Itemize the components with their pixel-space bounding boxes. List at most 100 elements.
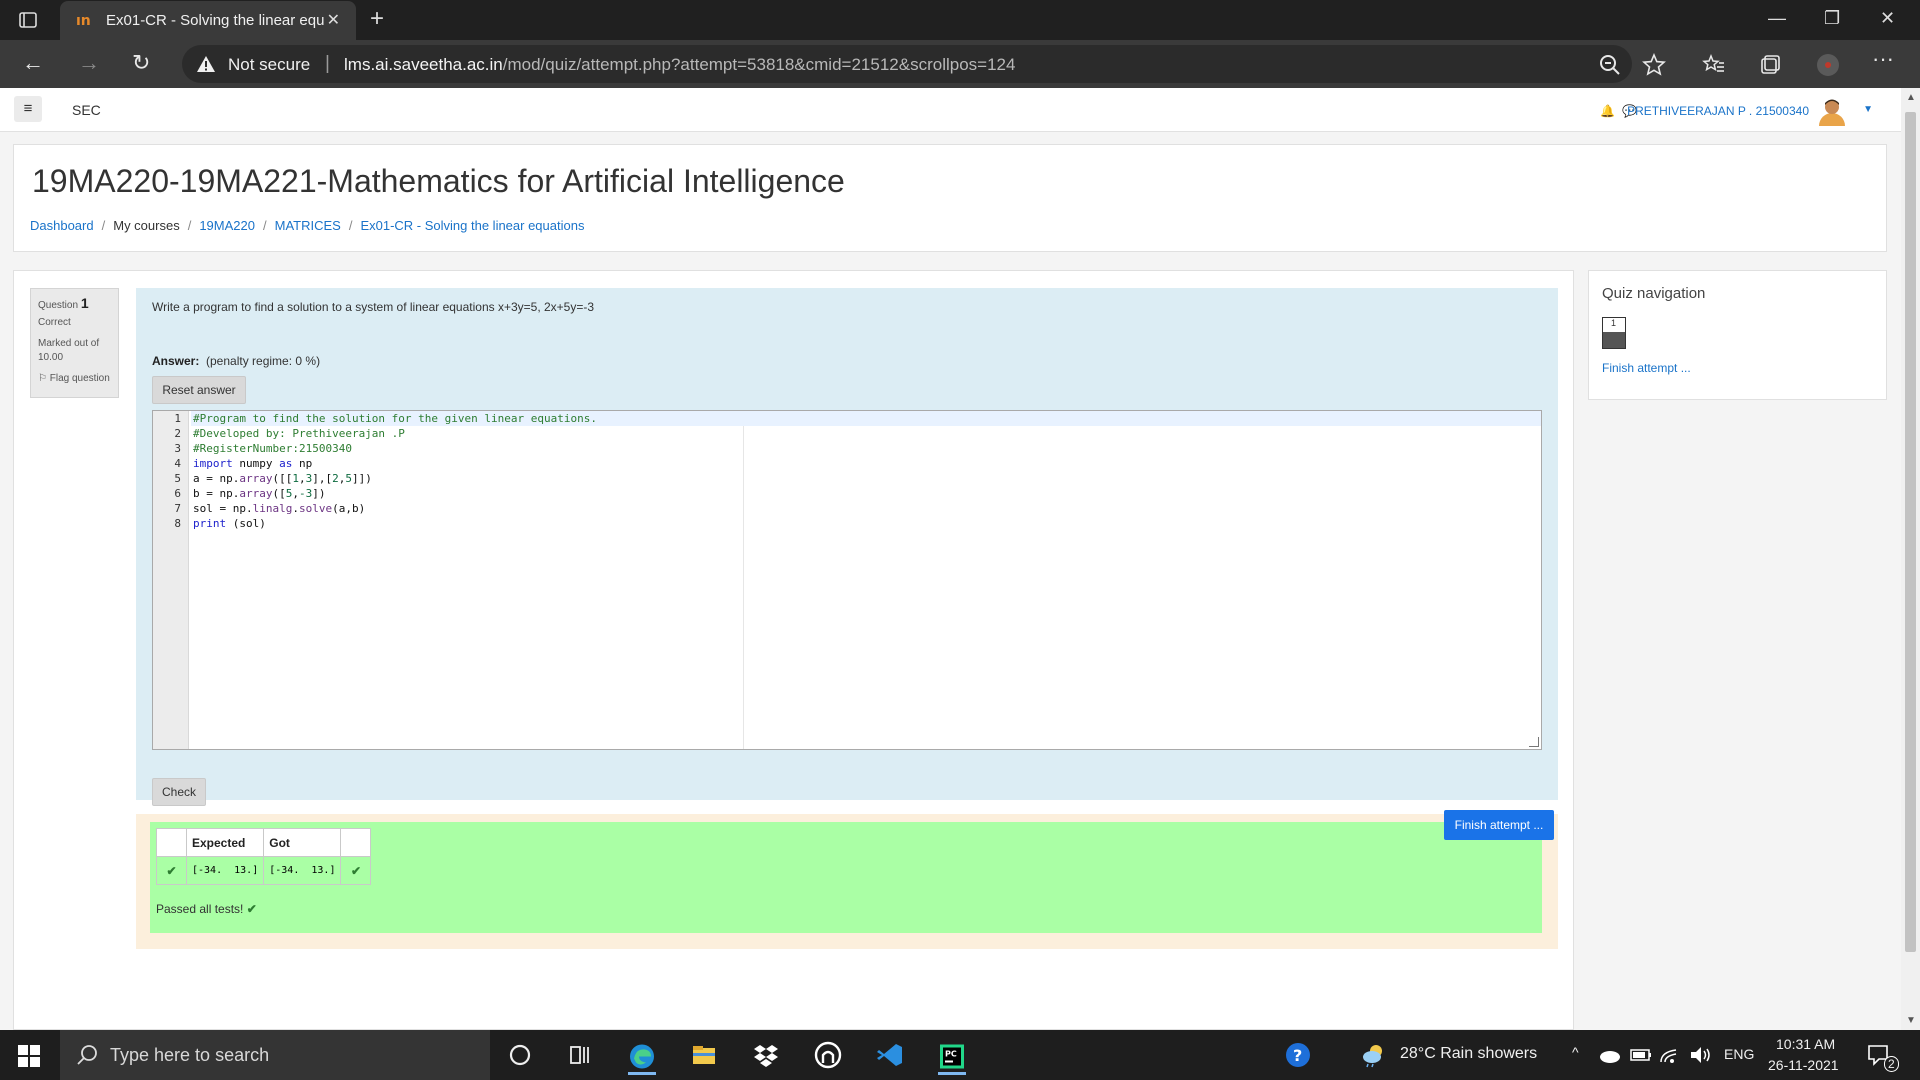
- hamburger-menu-icon[interactable]: ≡: [14, 96, 42, 122]
- address-bar[interactable]: Not secure | lms.ai.saveetha.ac.in/mod/q…: [182, 45, 1632, 83]
- line-number: 1: [174, 412, 181, 425]
- resize-grip-icon[interactable]: [1529, 737, 1539, 747]
- question-marks: Marked out of 10.00: [38, 338, 100, 363]
- dropbox-icon[interactable]: [752, 1041, 780, 1069]
- quiz-navigation-block: Quiz navigation 1 Finish attempt ...: [1588, 270, 1887, 400]
- code-editor[interactable]: 1 2 3 4 5 6 7 8 #Program to find the sol…: [152, 410, 1542, 750]
- user-avatar[interactable]: [1817, 96, 1847, 126]
- user-name[interactable]: PRETHIVEERAJAN P . 21500340: [1627, 104, 1809, 118]
- results-table: Expected Got ✔ [-34. 13.] [-34. 13.] ✔: [156, 828, 372, 885]
- line-number: 3: [174, 442, 181, 455]
- warning-icon[interactable]: [196, 54, 216, 74]
- page-header: 19MA220-19MA221-Mathematics for Artifici…: [13, 144, 1887, 252]
- weather-icon[interactable]: [1360, 1041, 1388, 1069]
- url-text[interactable]: lms.ai.saveetha.ac.in/mod/quiz/attempt.p…: [344, 55, 1015, 75]
- security-label[interactable]: Not secure: [228, 55, 310, 75]
- code-line[interactable]: #Developed by: Prethiveerajan .P: [191, 426, 1541, 441]
- results-header-blank: [156, 828, 187, 857]
- reset-answer-button[interactable]: Reset answer: [152, 376, 246, 404]
- zoom-icon[interactable]: [1598, 53, 1622, 77]
- minimize-icon[interactable]: —: [1768, 8, 1786, 29]
- code-line[interactable]: b = np.array([5,-3]): [191, 486, 1541, 501]
- edge-browser-icon[interactable]: [628, 1041, 656, 1075]
- page-scrollbar[interactable]: ▲ ▼: [1901, 88, 1920, 1030]
- language-indicator[interactable]: ENG: [1724, 1046, 1754, 1062]
- breadcrumb-separator: /: [348, 218, 353, 233]
- browser-tab-bar: ın Ex01-CR - Solving the linear equ ✕ + …: [0, 0, 1920, 40]
- clock-time[interactable]: 10:31 AM: [1776, 1036, 1835, 1052]
- question-label: Question: [38, 300, 79, 311]
- breadcrumb-quiz[interactable]: Ex01-CR - Solving the linear equations: [360, 218, 584, 233]
- close-tab-icon[interactable]: ✕: [327, 10, 340, 30]
- flag-question-link[interactable]: ⚐ Flag question: [38, 373, 111, 384]
- weather-text[interactable]: 28°C Rain showers: [1400, 1045, 1537, 1063]
- code-line[interactable]: #Program to find the solution for the gi…: [191, 411, 1541, 426]
- show-hidden-icons[interactable]: ^: [1572, 1044, 1579, 1060]
- got-cell: [-34. 13.]: [263, 856, 342, 885]
- scroll-up-icon[interactable]: ▲: [1906, 92, 1916, 103]
- collections-icon[interactable]: [1758, 53, 1782, 77]
- vscode-icon[interactable]: [876, 1041, 904, 1069]
- scroll-down-icon[interactable]: ▼: [1906, 1015, 1916, 1026]
- cortana-icon[interactable]: [506, 1041, 534, 1069]
- close-window-icon[interactable]: ✕: [1880, 8, 1895, 29]
- finish-attempt-link[interactable]: Finish attempt ...: [1602, 361, 1691, 375]
- quiz-nav-question-button[interactable]: 1: [1602, 317, 1626, 349]
- profile-icon[interactable]: [1816, 53, 1840, 77]
- volume-icon[interactable]: [1688, 1044, 1712, 1066]
- line-number: 7: [174, 502, 181, 515]
- quiz-main-region: Question 1 Correct Marked out of 10.00 ⚐…: [13, 270, 1574, 1030]
- finish-attempt-button[interactable]: Finish attempt ...: [1444, 810, 1554, 840]
- search-placeholder: Type here to search: [110, 1045, 270, 1065]
- results-header-row: Expected Got: [156, 828, 372, 857]
- question-text: Write a program to find a solution to a …: [152, 300, 595, 314]
- pass-check-icon: ✔: [340, 856, 372, 885]
- site-navbar: ≡ SEC 🔔 💬 PRETHIVEERAJAN P . 21500340 ▼: [0, 88, 1901, 132]
- line-number: 2: [174, 427, 181, 440]
- wifi-icon[interactable]: [1658, 1044, 1680, 1066]
- code-line[interactable]: sol = np.linalg.solve(a,b): [191, 501, 1541, 516]
- restore-icon[interactable]: ❐: [1824, 8, 1840, 29]
- task-view-icon[interactable]: [566, 1041, 594, 1069]
- scrollbar-thumb[interactable]: [1905, 112, 1916, 952]
- results-header-blank: [340, 828, 372, 857]
- help-icon[interactable]: ?: [1284, 1041, 1312, 1069]
- new-tab-icon[interactable]: +: [370, 5, 384, 33]
- site-name[interactable]: SEC: [72, 102, 101, 118]
- code-line[interactable]: print (sol): [191, 516, 1541, 531]
- notification-bell-icon[interactable]: 🔔: [1600, 104, 1615, 118]
- breadcrumb-course[interactable]: 19MA220: [199, 218, 255, 233]
- add-favorite-icon[interactable]: [1642, 53, 1666, 77]
- battery-icon[interactable]: [1630, 1045, 1652, 1065]
- browser-tab[interactable]: ın Ex01-CR - Solving the linear equ ✕: [60, 1, 356, 40]
- forward-icon[interactable]: →: [78, 50, 100, 76]
- back-icon[interactable]: ←: [22, 50, 44, 76]
- check-button[interactable]: Check: [152, 778, 206, 806]
- favorites-icon[interactable]: [1702, 53, 1726, 77]
- breadcrumb-dashboard[interactable]: Dashboard: [30, 218, 94, 233]
- question-info: Question 1 Correct Marked out of 10.00 ⚐…: [30, 288, 119, 398]
- browser-toolbar: ← → ↻ Not secure | lms.ai.saveetha.ac.in…: [0, 40, 1920, 88]
- quiz-nav-question-number: 1: [1611, 318, 1617, 328]
- clock-date[interactable]: 26-11-2021: [1768, 1057, 1839, 1073]
- file-explorer-icon[interactable]: [690, 1041, 718, 1069]
- url-path: /mod/quiz/attempt.php?attempt=53818&cmid…: [502, 55, 1016, 74]
- code-line[interactable]: import numpy as np: [191, 456, 1541, 471]
- github-desktop-icon[interactable]: [814, 1041, 842, 1069]
- onedrive-icon[interactable]: [1598, 1044, 1622, 1066]
- question-outcome: Expected Got ✔ [-34. 13.] [-34. 13.] ✔ P…: [136, 814, 1558, 949]
- windows-start-icon[interactable]: [18, 1045, 40, 1067]
- code-lines[interactable]: #Program to find the solution for the gi…: [191, 411, 1541, 531]
- chevron-down-icon[interactable]: ▼: [1863, 104, 1873, 115]
- breadcrumb-section[interactable]: MATRICES: [275, 218, 341, 233]
- passed-text: Passed all tests!: [156, 902, 244, 916]
- refresh-icon[interactable]: ↻: [132, 50, 150, 76]
- svg-text:PC: PC: [945, 1050, 957, 1059]
- taskbar-search-box[interactable]: Type here to search: [60, 1030, 490, 1080]
- code-line[interactable]: a = np.array([[1,3],[2,5]]): [191, 471, 1541, 486]
- line-number-gutter: 1 2 3 4 5 6 7 8: [153, 411, 189, 749]
- settings-menu-icon[interactable]: ···: [1872, 46, 1894, 72]
- code-line[interactable]: #RegisterNumber:21500340: [191, 441, 1541, 456]
- pycharm-icon[interactable]: PC: [938, 1041, 966, 1075]
- tab-actions-icon[interactable]: [18, 10, 38, 30]
